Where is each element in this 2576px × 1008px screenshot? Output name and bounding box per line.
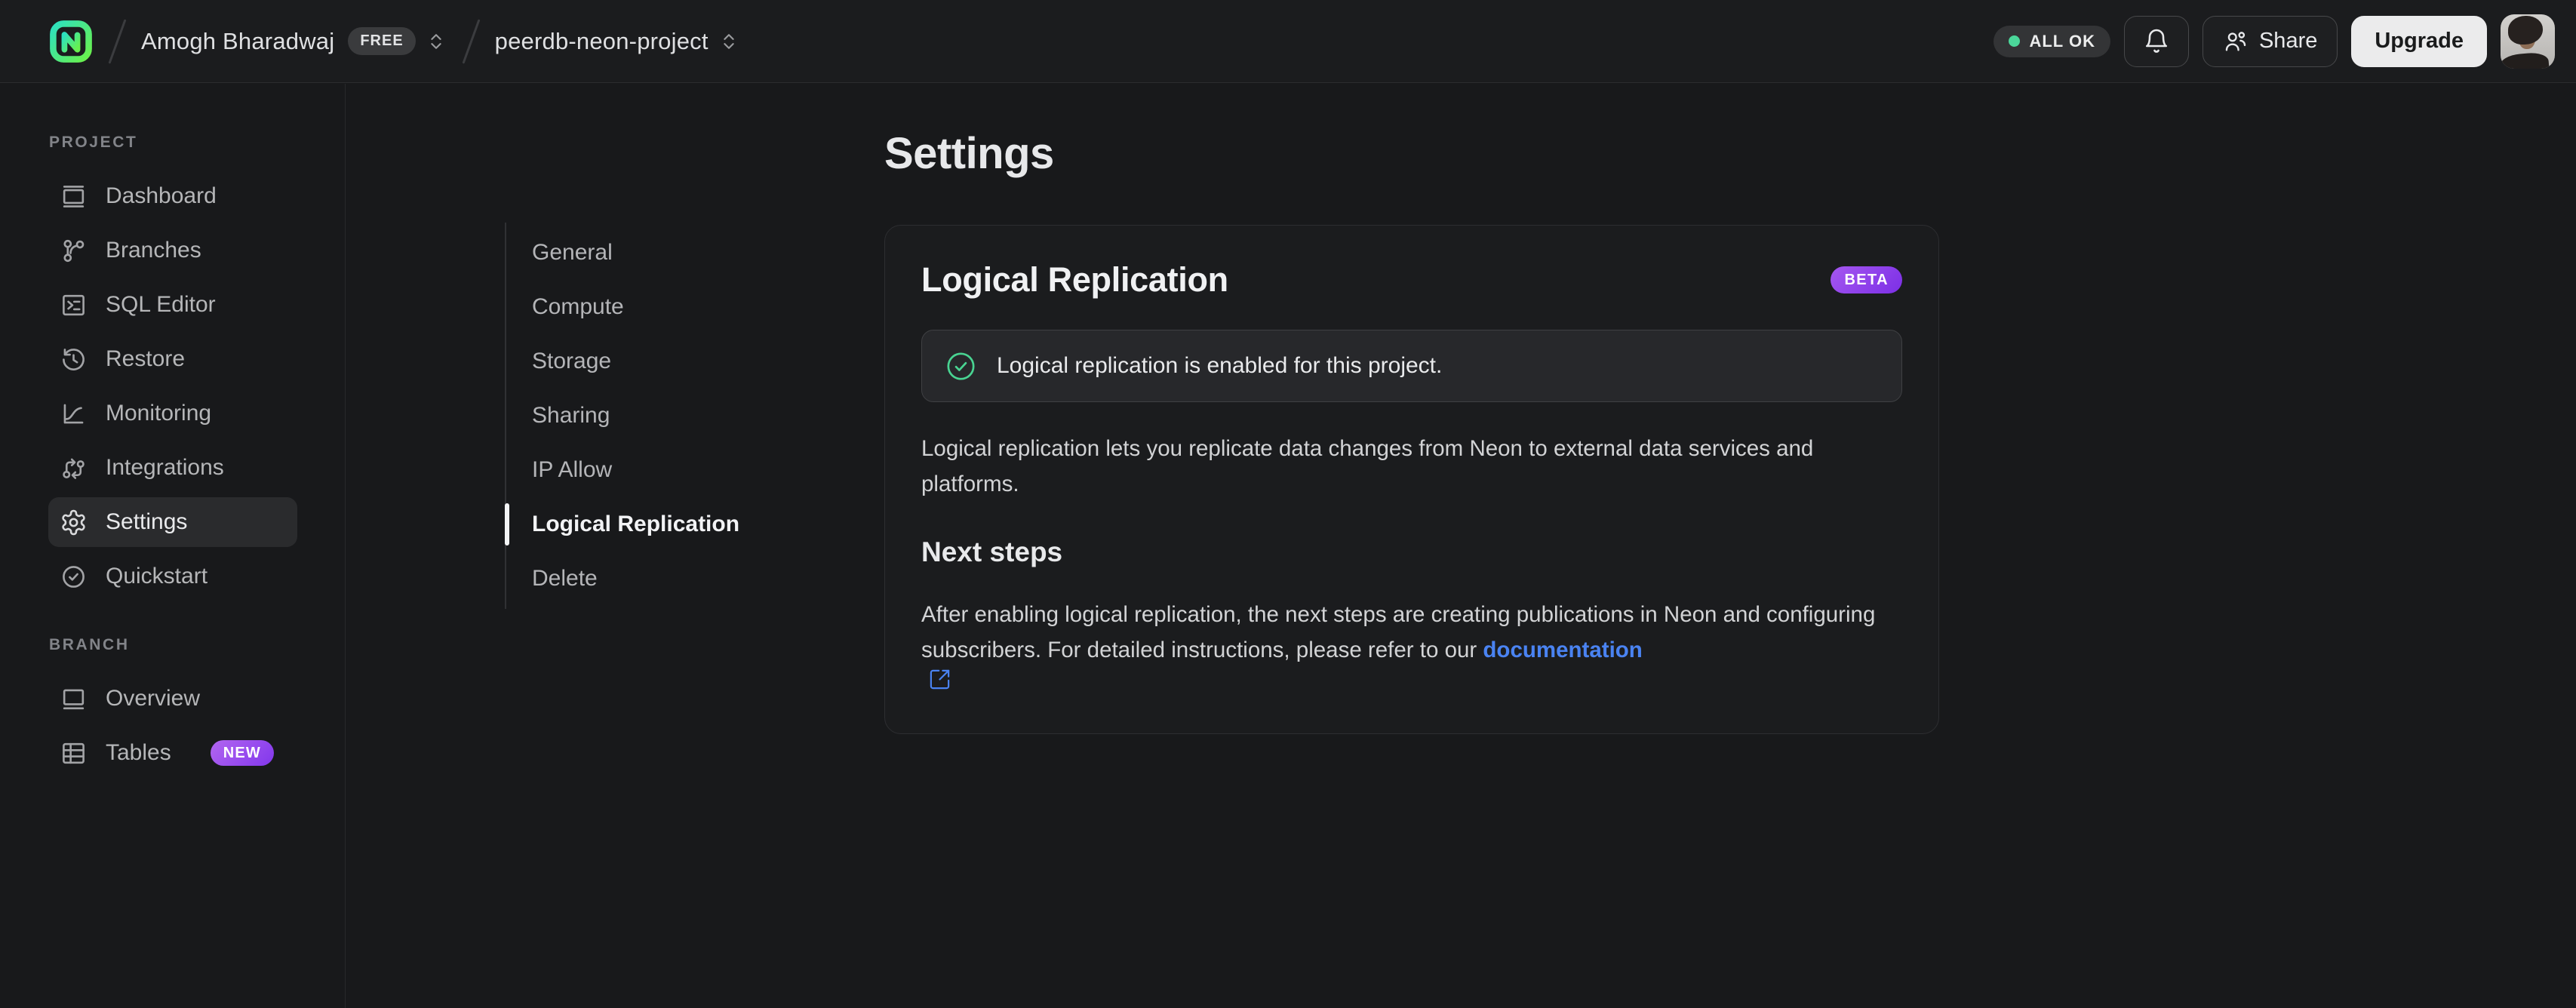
sidebar-item-label: Restore bbox=[106, 346, 186, 371]
next-steps-title: Next steps bbox=[921, 536, 1063, 567]
logical-replication-card: Logical Replication BETA Logical replica… bbox=[884, 225, 1939, 734]
page-title: Settings bbox=[884, 129, 1054, 178]
settings-nav-logical-replication[interactable]: Logical Replication bbox=[505, 497, 829, 552]
plan-badge: FREE bbox=[348, 27, 416, 55]
upgrade-button-label: Upgrade bbox=[2375, 29, 2464, 53]
avatar[interactable] bbox=[2501, 14, 2555, 69]
settings-nav-label: IP Allow bbox=[532, 457, 613, 482]
breadcrumb-divider bbox=[462, 18, 481, 64]
sidebar-item-label: Branches bbox=[106, 238, 201, 263]
sidebar-item-integrations[interactable]: Integrations bbox=[48, 443, 297, 493]
upgrade-button[interactable]: Upgrade bbox=[2351, 15, 2487, 67]
sidebar-item-label: Monitoring bbox=[106, 401, 212, 426]
sidebar-item-dashboard[interactable]: Dashboard bbox=[48, 171, 297, 221]
sidebar-item-overview[interactable]: Overview bbox=[48, 674, 297, 724]
status-badge[interactable]: ALL OK bbox=[1993, 25, 2110, 57]
settings-nav-label: General bbox=[532, 240, 613, 265]
settings-nav-ip-allow[interactable]: IP Allow bbox=[506, 443, 829, 497]
chevron-up-down-icon[interactable] bbox=[718, 30, 740, 53]
sidebar-section-branch: BRANCH bbox=[49, 636, 130, 653]
gear-icon bbox=[62, 509, 85, 535]
sidebar-item-label: SQL Editor bbox=[106, 292, 216, 317]
share-button[interactable]: Share bbox=[2202, 15, 2338, 67]
sidebar-item-tables[interactable]: Tables NEW bbox=[48, 728, 297, 778]
sidebar-item-label: Overview bbox=[106, 686, 201, 711]
sidebar-item-restore[interactable]: Restore bbox=[48, 334, 297, 384]
check-circle-icon bbox=[947, 352, 975, 380]
sidebar-item-quickstart[interactable]: Quickstart bbox=[48, 552, 297, 601]
settings-nav-sharing[interactable]: Sharing bbox=[506, 389, 829, 443]
topbar-actions: ALL OK Share Upgrade bbox=[1993, 14, 2555, 69]
next-steps-text: After enabling logical replication, the … bbox=[921, 597, 1902, 691]
sidebar-item-sql-editor[interactable]: SQL Editor bbox=[48, 280, 297, 330]
settings-nav-general[interactable]: General bbox=[506, 226, 829, 280]
settings-nav-delete[interactable]: Delete bbox=[506, 552, 829, 606]
sidebar-item-label: Quickstart bbox=[106, 564, 208, 589]
active-indicator-bar bbox=[505, 503, 509, 545]
terminal-icon bbox=[63, 294, 85, 315]
chevron-up-down-icon[interactable] bbox=[425, 30, 447, 53]
success-banner: Logical replication is enabled for this … bbox=[921, 330, 1902, 402]
breadcrumb-divider bbox=[108, 18, 127, 64]
status-ok-dot bbox=[2009, 35, 2021, 47]
sidebar-section-project: PROJECT bbox=[49, 134, 138, 151]
settings-nav-compute[interactable]: Compute bbox=[506, 280, 829, 334]
settings-subnav: General Compute Storage Sharing IP Allow… bbox=[505, 223, 829, 609]
settings-nav-label: Delete bbox=[532, 566, 598, 591]
external-link-icon[interactable] bbox=[928, 668, 951, 691]
status-badge-label: ALL OK bbox=[2029, 31, 2095, 51]
window-icon bbox=[63, 689, 85, 709]
settings-nav-label: Sharing bbox=[532, 403, 610, 428]
share-button-label: Share bbox=[2258, 29, 2318, 53]
bell-icon bbox=[2145, 29, 2167, 53]
card-title: Logical Replication bbox=[921, 260, 1228, 299]
chart-icon bbox=[63, 404, 84, 423]
sidebar: PROJECT Dashboard Branches SQL Editor Re… bbox=[0, 84, 346, 1008]
git-branch-icon bbox=[63, 239, 85, 262]
topbar: Amogh Bharadwaj FREE peerdb-neon-project… bbox=[0, 0, 2576, 83]
beta-badge: BETA bbox=[1831, 266, 1902, 293]
success-banner-text: Logical replication is enabled for this … bbox=[997, 353, 1443, 378]
neon-logo-icon[interactable] bbox=[48, 19, 94, 64]
settings-nav-label: Storage bbox=[532, 349, 612, 373]
breadcrumb-org-name[interactable]: Amogh Bharadwaj bbox=[141, 28, 334, 55]
description-text: Logical replication lets you replicate d… bbox=[921, 436, 1814, 496]
documentation-link[interactable]: documentation bbox=[1483, 638, 1642, 662]
sidebar-item-label: Settings bbox=[106, 509, 188, 534]
avatar-jacket bbox=[2501, 51, 2550, 69]
notifications-button[interactable] bbox=[2123, 15, 2189, 67]
sidebar-item-monitoring[interactable]: Monitoring bbox=[48, 389, 297, 438]
users-icon bbox=[2225, 31, 2246, 51]
card-header: Logical Replication BETA bbox=[921, 260, 1902, 300]
settings-nav-storage[interactable]: Storage bbox=[506, 334, 829, 389]
sidebar-item-label: Tables bbox=[106, 740, 171, 765]
settings-nav-label: Logical Replication bbox=[532, 512, 740, 536]
check-circle-icon bbox=[63, 565, 85, 588]
main-content: Settings Logical Replication BETA Logica… bbox=[884, 130, 1941, 734]
sidebar-item-label: Dashboard bbox=[106, 183, 217, 208]
integrations-icon bbox=[63, 458, 85, 479]
sidebar-item-settings[interactable]: Settings bbox=[48, 497, 297, 547]
avatar-hair bbox=[2508, 15, 2543, 45]
sidebar-item-branches[interactable]: Branches bbox=[48, 226, 297, 275]
dashboard-icon bbox=[63, 185, 85, 207]
next-steps-text-body: After enabling logical replication, the … bbox=[921, 602, 1876, 662]
sidebar-item-label: Integrations bbox=[106, 455, 224, 480]
new-badge: NEW bbox=[210, 740, 274, 766]
settings-nav-label: Compute bbox=[532, 294, 624, 319]
breadcrumb-project-name[interactable]: peerdb-neon-project bbox=[495, 28, 709, 55]
table-icon bbox=[63, 742, 85, 764]
history-icon bbox=[63, 348, 85, 370]
